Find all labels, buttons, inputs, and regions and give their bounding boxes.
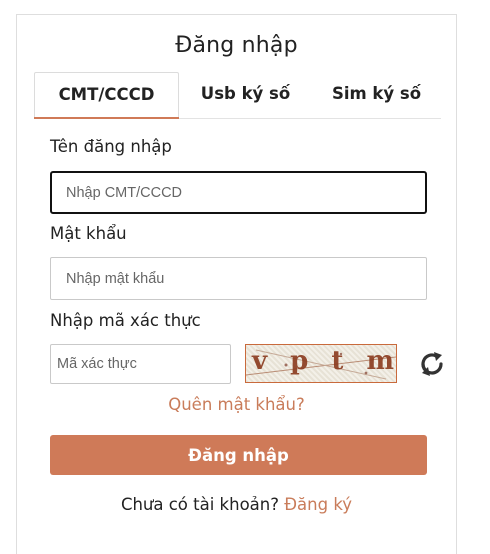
login-card: Đăng nhập CMT/CCCD Usb ký số Sim ký số T… — [16, 14, 457, 554]
captcha-label: Nhập mã xác thực — [50, 311, 201, 330]
username-label: Tên đăng nhập — [50, 137, 172, 156]
forgot-password-link[interactable]: Quên mật khẩu? — [17, 395, 456, 414]
captcha-input[interactable] — [50, 344, 231, 384]
password-label: Mật khẩu — [50, 224, 127, 243]
tab-usb-ky-so[interactable]: Usb ký số — [179, 72, 312, 118]
no-account-text: Chưa có tài khoản? — [120, 495, 279, 514]
page-title: Đăng nhập — [175, 33, 298, 58]
username-input[interactable] — [50, 171, 427, 214]
signup-prompt: Chưa có tài khoản? Đăng ký — [17, 495, 456, 514]
login-tabs: CMT/CCCD Usb ký số Sim ký số — [34, 72, 441, 119]
captcha-image: v p t m r 7 — [245, 344, 397, 383]
refresh-icon[interactable] — [417, 349, 447, 379]
login-button[interactable]: Đăng nhập — [50, 435, 427, 475]
tab-sim-ky-so[interactable]: Sim ký số — [312, 72, 441, 118]
tab-cmt-cccd[interactable]: CMT/CCCD — [34, 72, 179, 119]
signup-link[interactable]: Đăng ký — [284, 495, 352, 514]
captcha-text: v p t m r 7 — [252, 346, 396, 376]
password-input[interactable] — [50, 257, 427, 300]
